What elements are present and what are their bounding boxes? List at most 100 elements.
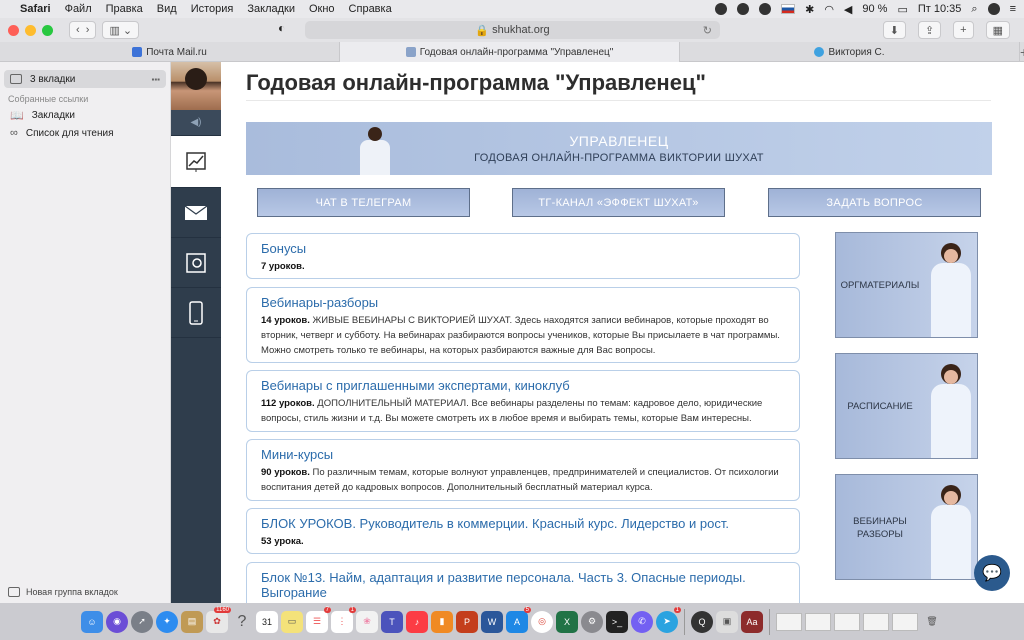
tab-telegram[interactable]: Виктория С. bbox=[680, 42, 1020, 62]
menu-window[interactable]: Окно bbox=[309, 3, 335, 15]
menu-history[interactable]: История bbox=[191, 3, 234, 15]
reload-icon[interactable]: ↻ bbox=[703, 24, 712, 37]
close-window-button[interactable] bbox=[8, 24, 19, 36]
word-icon[interactable]: W bbox=[481, 610, 503, 633]
input-language-icon[interactable] bbox=[781, 4, 796, 14]
side-tile-materials[interactable]: ОРГМАТЕРИАЛЫ bbox=[835, 232, 978, 338]
finder-icon[interactable]: ☺ bbox=[81, 610, 103, 633]
menu-help[interactable]: Справка bbox=[349, 3, 392, 15]
bluetooth-icon[interactable]: ✱ bbox=[805, 3, 814, 16]
avatar[interactable] bbox=[171, 62, 221, 110]
status-icon-1[interactable] bbox=[715, 3, 728, 15]
forward-icon[interactable]: › bbox=[86, 24, 90, 36]
chart-icon[interactable] bbox=[171, 136, 221, 188]
control-center-icon[interactable]: ≡ bbox=[1010, 3, 1016, 15]
course-title[interactable]: Мини-курсы bbox=[261, 447, 785, 462]
siri-icon[interactable]: ◉ bbox=[106, 610, 128, 633]
sidebar-toggle-button[interactable]: ▥ ⌄ bbox=[102, 21, 140, 39]
url-text[interactable]: shukhat.org bbox=[492, 24, 549, 36]
phone-icon[interactable] bbox=[171, 288, 221, 338]
safari-icon[interactable]: ✦ bbox=[156, 610, 178, 633]
course-card-bonuses[interactable]: Бонусы 7 уроков. bbox=[246, 233, 800, 279]
new-tab-button[interactable]: + bbox=[953, 21, 974, 39]
menu-file[interactable]: Файл bbox=[65, 3, 92, 15]
calendar-icon[interactable]: 31 bbox=[256, 610, 278, 633]
chat-icon[interactable]: 💬 bbox=[974, 555, 1010, 591]
add-tab-button[interactable]: + bbox=[1020, 42, 1024, 61]
address-bar[interactable]: 🔒 shukhat.org ↻ bbox=[305, 21, 720, 39]
preview-icon[interactable]: ▣ bbox=[716, 610, 738, 633]
privacy-shield-icon[interactable]: ◐ bbox=[278, 21, 285, 35]
reminders-icon[interactable]: ☰ 7 bbox=[306, 606, 331, 633]
minimized-window[interactable] bbox=[805, 612, 831, 631]
app-store-icon[interactable]: A5 bbox=[506, 606, 531, 633]
menu-app-name[interactable]: Safari bbox=[20, 3, 51, 15]
help-icon[interactable]: ? bbox=[231, 611, 253, 633]
clock[interactable]: Пт 10:35 bbox=[918, 3, 962, 15]
status-icon-2[interactable] bbox=[737, 3, 750, 15]
books-icon[interactable]: ▮ bbox=[431, 610, 453, 633]
minimized-window[interactable] bbox=[892, 612, 918, 631]
course-title[interactable]: Вебинары с приглашенными экспертами, кин… bbox=[261, 378, 785, 393]
photos-app-icon[interactable]: ❀ bbox=[356, 610, 378, 633]
trash-icon[interactable]: 🗑 bbox=[921, 611, 943, 633]
new-tab-group-button[interactable]: Новая группа вкладок bbox=[8, 587, 118, 597]
menu-view[interactable]: Вид bbox=[157, 3, 177, 15]
minimized-window[interactable] bbox=[834, 612, 860, 631]
grid-icon[interactable]: ▪▪▪ bbox=[151, 75, 160, 84]
tabs-group-item[interactable]: 3 вкладки ▪▪▪ bbox=[4, 70, 166, 88]
safe-icon[interactable] bbox=[171, 238, 221, 288]
telegram-channel-button[interactable]: ТГ-КАНАЛ «ЭФФЕКТ ШУХАТ» bbox=[512, 188, 725, 217]
status-icon-3[interactable] bbox=[759, 3, 772, 15]
teams-icon[interactable]: T bbox=[381, 610, 403, 633]
menu-bookmarks[interactable]: Закладки bbox=[247, 3, 295, 15]
speaker-icon[interactable]: ◀) bbox=[171, 110, 221, 136]
telegram-chat-button[interactable]: ЧАТ В ТЕЛЕГРАМ bbox=[257, 188, 470, 217]
chrome-icon[interactable]: ◎ bbox=[531, 610, 553, 633]
back-forward-buttons[interactable]: ‹ › bbox=[69, 21, 97, 39]
quicktime-icon[interactable]: Q bbox=[691, 610, 713, 633]
share-button[interactable]: ⇪ bbox=[917, 21, 942, 39]
side-tile-schedule[interactable]: РАСПИСАНИЕ bbox=[835, 353, 978, 459]
course-title[interactable]: БЛОК УРОКОВ. Руководитель в коммерции. К… bbox=[261, 516, 785, 531]
photos-icon[interactable]: ✿ 1160 bbox=[206, 606, 231, 633]
course-title[interactable]: Вебинары-разборы bbox=[261, 295, 785, 310]
dictionary-icon[interactable]: Aa bbox=[741, 610, 763, 633]
powerpoint-icon[interactable]: P bbox=[456, 610, 478, 633]
side-tile-webinars[interactable]: ВЕБИНАРЫ РАЗБОРЫ bbox=[835, 474, 978, 580]
viber-icon[interactable]: ✆ bbox=[631, 610, 653, 633]
user-icon[interactable] bbox=[987, 3, 1000, 15]
volume-icon[interactable]: ◀ bbox=[844, 3, 852, 16]
course-title[interactable]: Бонусы bbox=[261, 241, 785, 256]
course-card-webinars[interactable]: Вебинары-разборы 14 уроков. ЖИВЫЕ ВЕБИНА… bbox=[246, 287, 800, 363]
battery-percent[interactable]: 90 % bbox=[862, 3, 887, 15]
music-icon[interactable]: ♪ bbox=[406, 610, 428, 633]
course-card-experts[interactable]: Вебинары с приглашенными экспертами, кин… bbox=[246, 370, 800, 432]
spotlight-icon[interactable]: ⌕ bbox=[971, 3, 977, 16]
stickies-icon[interactable]: ▭ bbox=[281, 610, 303, 633]
minimized-window[interactable] bbox=[863, 612, 889, 631]
back-icon[interactable]: ‹ bbox=[76, 24, 80, 36]
settings-icon[interactable]: ⚙ bbox=[581, 610, 603, 633]
battery-icon[interactable]: ▭ bbox=[897, 3, 907, 16]
excel-icon[interactable]: X bbox=[556, 610, 578, 633]
course-card-block-13[interactable]: Блок №13. Найм, адаптация и развитие пер… bbox=[246, 562, 800, 603]
tab-program[interactable]: Годовая онлайн-программа "Управленец" bbox=[340, 42, 680, 62]
course-title[interactable]: Блок №13. Найм, адаптация и развитие пер… bbox=[261, 570, 785, 600]
sidebar-item-reading-list[interactable]: ∞ Список для чтения bbox=[0, 124, 170, 142]
minimize-window-button[interactable] bbox=[25, 24, 36, 36]
ask-question-button[interactable]: ЗАДАТЬ ВОПРОС bbox=[768, 188, 981, 217]
zoom-window-button[interactable] bbox=[42, 24, 53, 36]
course-card-block-commerce[interactable]: БЛОК УРОКОВ. Руководитель в коммерции. К… bbox=[246, 508, 800, 554]
tab-overview-button[interactable]: ▦ bbox=[985, 21, 1010, 39]
mindmap-icon[interactable]: ⋮ 1 bbox=[331, 606, 356, 633]
telegram-dock-icon[interactable]: ➤ 1 bbox=[656, 606, 681, 633]
course-card-minicourses[interactable]: Мини-курсы 90 уроков. По различным темам… bbox=[246, 439, 800, 501]
menu-edit[interactable]: Правка bbox=[106, 3, 143, 15]
terminal-icon[interactable]: >_ bbox=[606, 610, 628, 633]
mail-nav-icon[interactable] bbox=[171, 188, 221, 238]
launchpad-icon[interactable]: ➚ bbox=[131, 610, 153, 633]
downloads-button[interactable]: ⬇ bbox=[882, 21, 906, 39]
minimized-window[interactable] bbox=[776, 612, 802, 631]
tab-mail[interactable]: Почта Mail.ru bbox=[0, 42, 340, 62]
